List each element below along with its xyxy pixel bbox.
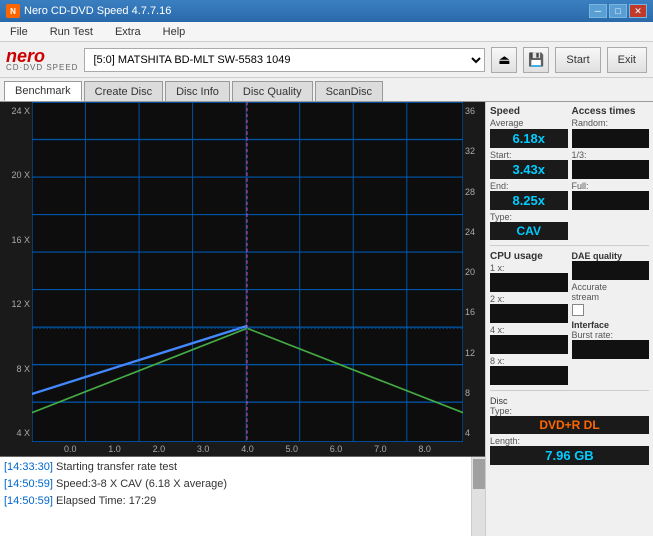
menu-file[interactable]: File [4,24,34,40]
titlebar-title: Nero CD-DVD Speed 4.7.7.16 [24,5,171,17]
tab-disc-quality[interactable]: Disc Quality [232,81,313,101]
maximize-button[interactable]: □ [609,4,627,18]
start-label: Start: [490,150,568,160]
save-button[interactable]: 💾 [523,47,549,73]
divider-1 [490,245,649,246]
average-label: Average [490,118,568,128]
chart-svg [32,102,463,442]
right-panel: Speed Average 6.18x Start: 3.43x End: 8.… [485,102,653,536]
dae-value [572,261,650,280]
logo: nero CD·DVD SPEED [6,47,78,72]
average-value: 6.18x [490,129,568,148]
cpu-section: CPU usage 1 x: 2 x: 4 x: 8 x: [490,251,568,385]
dae-header: DAE quality [572,251,650,261]
burst-value [572,340,650,359]
left-panel: 24 X 20 X 16 X 12 X 8 X 4 X 36 32 28 24 … [0,102,485,536]
cpu-row: CPU usage 1 x: 2 x: 4 x: 8 x: DAE qualit… [490,251,649,385]
tabs-bar: Benchmark Create Disc Disc Info Disc Qua… [0,78,653,102]
accurate-stream-row [572,304,650,316]
x-axis: 0.0 1.0 2.0 3.0 4.0 5.0 6.0 7.0 8.0 [32,442,463,456]
full-label: Full: [572,181,650,191]
type-label: Type: [490,212,568,222]
toolbar: nero CD·DVD SPEED [5:0] MATSHITA BD-MLT … [0,42,653,78]
cpu-4x-value [490,335,568,354]
tab-create-disc[interactable]: Create Disc [84,81,163,101]
menu-help[interactable]: Help [157,24,192,40]
log-entry-1: [14:50:59] Speed:3-8 X CAV (6.18 X avera… [4,476,467,493]
end-value: 8.25x [490,191,568,210]
app-icon: N [6,4,20,18]
cpu-header: CPU usage [490,251,568,262]
length-value: 7.96 GB [490,446,649,465]
tab-scandisc[interactable]: ScanDisc [315,81,383,101]
chart-area: 24 X 20 X 16 X 12 X 8 X 4 X 36 32 28 24 … [0,102,485,456]
cpu-1x-value [490,273,568,292]
drive-selector[interactable]: [5:0] MATSHITA BD-MLT SW-5583 1049 [84,48,485,72]
onethird-value [572,160,650,179]
start-value: 3.43x [490,160,568,179]
cpu-8x-label: 8 x: [490,356,568,366]
random-value [572,129,650,148]
cpu-2x-value [490,304,568,323]
speed-access-row: Speed Average 6.18x Start: 3.43x End: 8.… [490,106,649,240]
interface-header: Interface [572,320,650,330]
length-label: Length: [490,436,649,446]
access-section: Access times Random: 1/3: Full: [572,106,650,240]
cpu-1x-label: 1 x: [490,263,568,273]
tab-benchmark[interactable]: Benchmark [4,81,82,101]
menubar: File Run Test Extra Help [0,22,653,42]
disc-type-label: Type: [490,406,649,416]
titlebar: N Nero CD-DVD Speed 4.7.7.16 ─ □ ✕ [0,0,653,22]
disc-row: Disc Type: DVD+R DL Length: 7.96 GB [490,396,649,465]
eject-button[interactable]: ⏏ [491,47,517,73]
log-entries: [14:33:30] Starting transfer rate test [… [4,459,481,510]
end-label: End: [490,181,568,191]
minimize-button[interactable]: ─ [589,4,607,18]
disc-type-col: Disc Type: DVD+R DL Length: 7.96 GB [490,396,649,465]
log-scrollbar[interactable] [471,457,485,536]
accurate-stream-checkbox[interactable] [572,304,584,316]
log-scrollbar-thumb[interactable] [473,459,485,489]
tab-disc-info[interactable]: Disc Info [165,81,230,101]
y-axis-right: 36 32 28 24 20 16 12 8 4 [463,102,485,442]
right-sub-section: DAE quality Accurate stream Interface Bu… [572,251,650,385]
full-value [572,191,650,210]
cpu-2x-label: 2 x: [490,294,568,304]
exit-button[interactable]: Exit [607,47,647,73]
start-button[interactable]: Start [555,47,600,73]
speed-section: Speed Average 6.18x Start: 3.43x End: 8.… [490,106,568,240]
access-header: Access times [572,106,650,117]
titlebar-controls: ─ □ ✕ [589,4,647,18]
onethird-label: 1/3: [572,150,650,160]
accurate-label: Accurate [572,282,650,292]
close-button[interactable]: ✕ [629,4,647,18]
disc-section: Disc Type: DVD+R DL Length: 7.96 GB [490,396,649,465]
random-label: Random: [572,118,650,128]
stream-label: stream [572,292,650,302]
disc-type-value: DVD+R DL [490,416,649,434]
speed-header: Speed [490,106,568,117]
log-entry-2: [14:50:59] Elapsed Time: 17:29 [4,493,467,510]
menu-runtest[interactable]: Run Test [44,24,99,40]
cpu-8x-value [490,366,568,385]
main-content: 24 X 20 X 16 X 12 X 8 X 4 X 36 32 28 24 … [0,102,653,536]
nero-sub: CD·DVD SPEED [6,63,78,72]
burst-label: Burst rate: [572,330,650,340]
y-axis-left: 24 X 20 X 16 X 12 X 8 X 4 X [0,102,32,442]
divider-2 [490,390,649,391]
log-entry-0: [14:33:30] Starting transfer rate test [4,459,467,476]
log-area: [14:33:30] Starting transfer rate test [… [0,456,485,536]
type-value: CAV [490,222,568,240]
titlebar-left: N Nero CD-DVD Speed 4.7.7.16 [6,4,171,18]
cpu-4x-label: 4 x: [490,325,568,335]
menu-extra[interactable]: Extra [109,24,147,40]
disc-label: Disc [490,396,649,406]
